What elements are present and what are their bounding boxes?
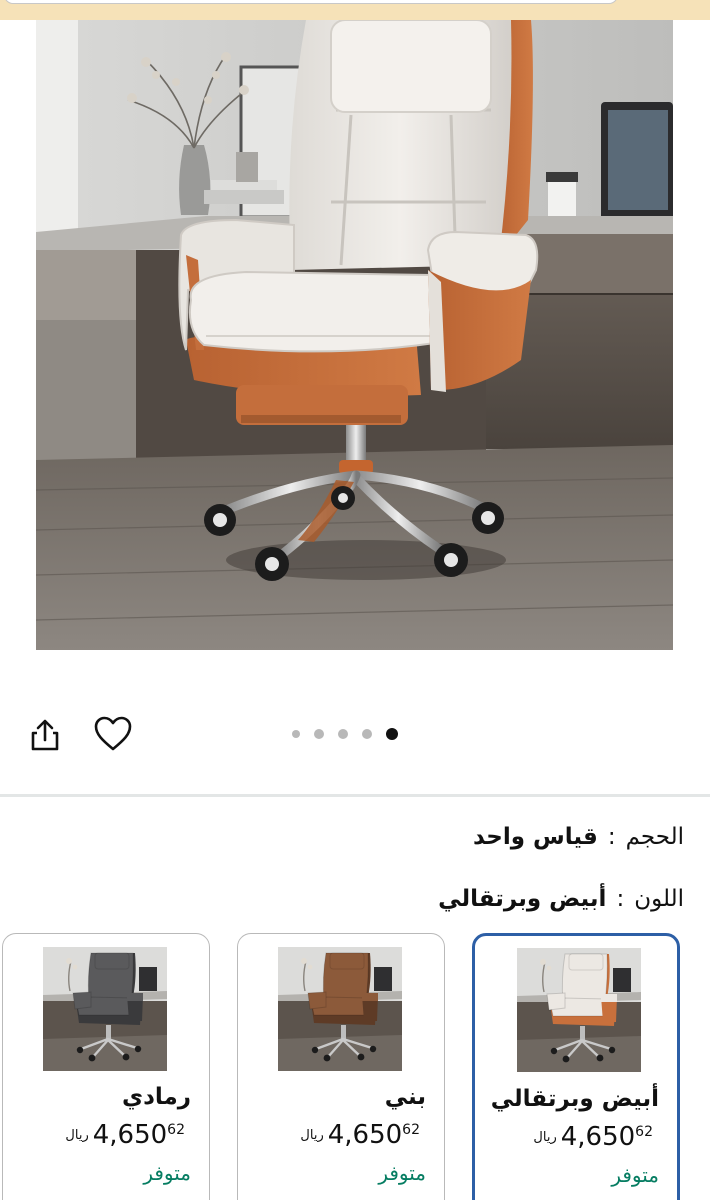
carousel-dots xyxy=(292,726,398,742)
size-value: قياس واحد xyxy=(472,824,598,850)
carousel-dot[interactable] xyxy=(338,729,348,739)
carousel-dot[interactable] xyxy=(362,729,372,739)
price-fraction: 62 xyxy=(635,1124,653,1140)
price-whole: 4,650 xyxy=(560,1122,636,1152)
price-whole: 4,650 xyxy=(92,1120,168,1150)
price-fraction: 62 xyxy=(167,1122,185,1138)
color-value: أبيض وبرتقالي xyxy=(438,886,607,912)
product-image[interactable] xyxy=(36,20,673,650)
variant-swatch-grey[interactable]: رمادي ريال 4,650 62 متوفر xyxy=(2,933,210,1200)
carousel-dot[interactable] xyxy=(292,730,300,738)
variant-name: أبيض وبرتقالي xyxy=(490,1086,659,1112)
size-label: الحجم xyxy=(625,824,684,850)
variant-price: ريال 4,650 62 xyxy=(65,1120,185,1150)
variant-name: رمادي xyxy=(122,1084,191,1110)
search-field-edge[interactable] xyxy=(4,0,618,4)
carousel-dot[interactable] xyxy=(314,729,324,739)
price-whole: 4,650 xyxy=(327,1120,403,1150)
availability-status: متوفر xyxy=(143,1161,191,1185)
price-fraction: 62 xyxy=(402,1122,420,1138)
color-label: اللون xyxy=(634,886,684,912)
price-currency: ريال xyxy=(300,1128,324,1143)
variant-swatch-brown[interactable]: بني ريال 4,650 62 متوفر xyxy=(237,933,445,1200)
color-separator: : xyxy=(616,886,625,912)
share-button[interactable] xyxy=(26,716,64,754)
size-separator: : xyxy=(607,824,616,850)
variant-thumbnail xyxy=(43,947,167,1071)
variant-price: ريال 4,650 62 xyxy=(533,1122,653,1152)
availability-status: متوفر xyxy=(611,1163,659,1187)
wishlist-button[interactable] xyxy=(93,714,133,754)
variant-name: بني xyxy=(384,1084,426,1110)
variant-price: ريال 4,650 62 xyxy=(300,1120,420,1150)
variant-thumbnail xyxy=(517,948,641,1072)
price-currency: ريال xyxy=(65,1128,89,1143)
share-icon xyxy=(31,719,59,751)
carousel-dot-active[interactable] xyxy=(386,728,398,740)
variant-swatch-white-orange[interactable]: أبيض وبرتقالي ريال 4,650 62 متوفر xyxy=(472,933,680,1200)
heart-icon xyxy=(94,716,132,751)
availability-status: متوفر xyxy=(378,1161,426,1185)
image-actions-bar xyxy=(0,700,710,770)
section-divider xyxy=(0,794,710,797)
price-currency: ريال xyxy=(533,1130,557,1145)
top-search-bar xyxy=(0,0,710,20)
variant-thumbnail xyxy=(278,947,402,1071)
size-attribute: الحجم : قياس واحد xyxy=(473,824,684,850)
color-attribute: اللون : أبيض وبرتقالي xyxy=(438,886,684,912)
